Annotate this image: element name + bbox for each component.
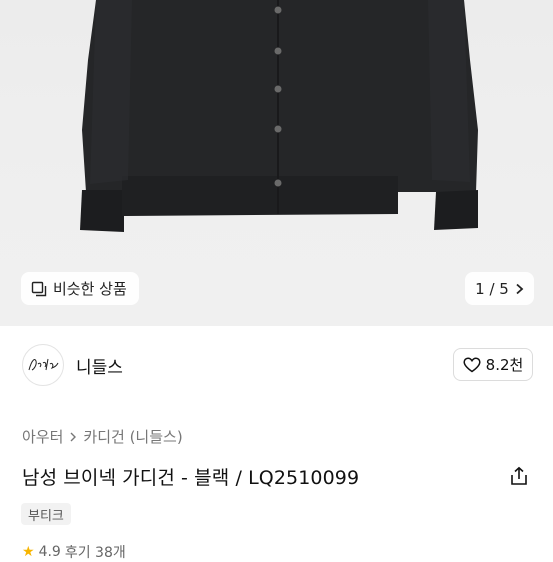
similar-copy-icon bbox=[31, 281, 47, 296]
brand-row: 니들스 8.2천 bbox=[0, 326, 553, 406]
rating-score: 4.9 bbox=[38, 544, 61, 560]
product-image-gallery[interactable]: 비슷한 상품 1 / 5 bbox=[0, 0, 553, 326]
product-title: 남성 브이넥 가디건 - 블랙 / LQ2510099 bbox=[22, 467, 360, 489]
breadcrumb-subcategory[interactable]: 카디건 (니들스) bbox=[83, 426, 182, 447]
like-button[interactable]: 8.2천 bbox=[453, 348, 533, 381]
brand-logo[interactable] bbox=[22, 344, 64, 386]
pager-text: 1 / 5 bbox=[475, 279, 509, 298]
like-count: 8.2천 bbox=[485, 356, 524, 374]
image-pager[interactable]: 1 / 5 bbox=[465, 272, 534, 305]
chevron-right-icon bbox=[516, 283, 524, 294]
similar-products-label: 비슷한 상품 bbox=[53, 280, 127, 298]
review-count: 후기 38개 bbox=[64, 545, 126, 561]
brand-name[interactable]: 니들스 bbox=[76, 353, 123, 378]
breadcrumb: 아우터 카디건 (니들스) bbox=[22, 426, 183, 447]
share-icon[interactable] bbox=[509, 466, 529, 486]
breadcrumb-category[interactable]: 아우터 bbox=[22, 426, 63, 447]
similar-products-button[interactable]: 비슷한 상품 bbox=[21, 272, 139, 305]
brand-logo-mark bbox=[28, 358, 59, 371]
breadcrumb-chevron-icon bbox=[70, 432, 77, 441]
rating-row[interactable]: ★ 4.9 후기 38개 bbox=[22, 544, 126, 561]
heart-icon bbox=[463, 356, 481, 372]
boutique-tag: 부티크 bbox=[21, 503, 71, 525]
star-icon: ★ bbox=[22, 544, 35, 560]
